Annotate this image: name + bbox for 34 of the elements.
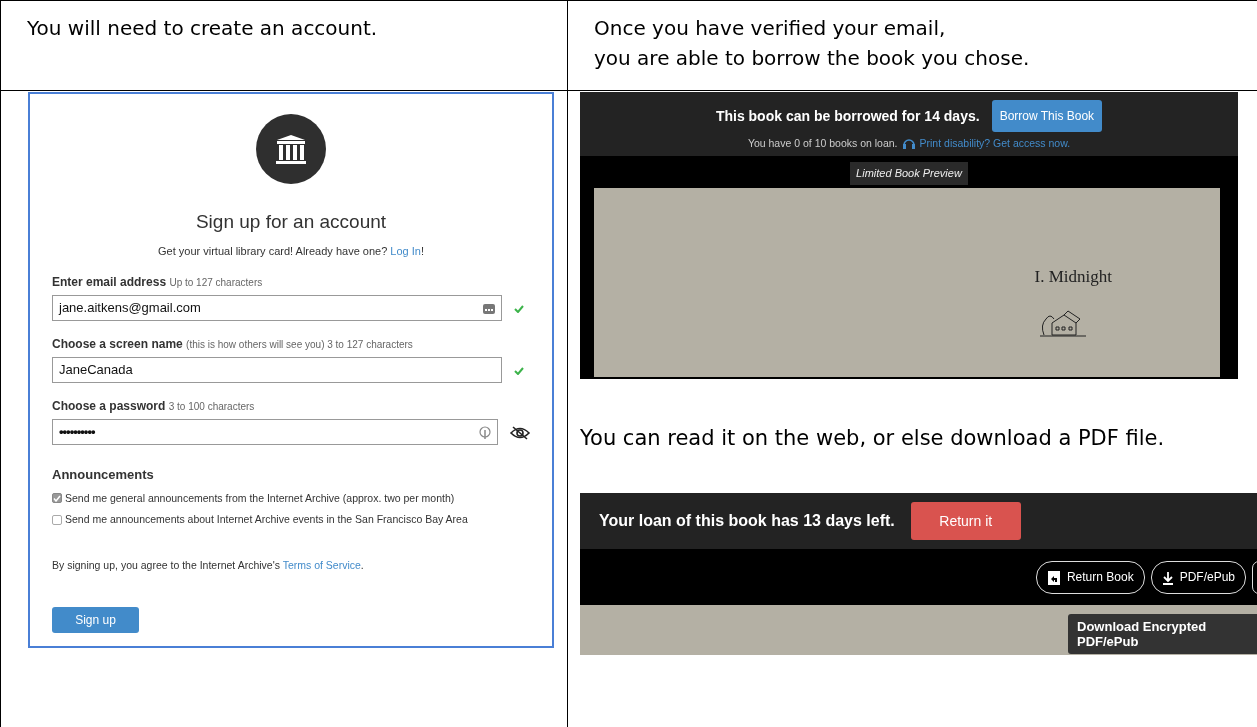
field-label: Choose a screen name (this is how others will see you) 3 to 127 characters — [52, 336, 414, 353]
input-field[interactable]: JaneCanada — [52, 357, 502, 383]
cell-text: You will need to create an account. — [26, 15, 379, 42]
checkbox[interactable] — [52, 493, 62, 504]
sign-up-button[interactable]: Sign up — [52, 606, 139, 633]
hide-password-eye-icon[interactable] — [510, 423, 530, 441]
checkbox[interactable] — [52, 515, 62, 526]
headphones-icon — [901, 136, 916, 152]
terms-text: By signing up, you agree to the Internet Archive's Terms of Service. — [52, 558, 365, 573]
terms-link[interactable]: Terms of Service — [282, 559, 361, 571]
preview-label: Limited Book Preview — [850, 162, 968, 185]
access-link[interactable]: Print disability? Get access now. — [919, 136, 1071, 152]
field-label: Enter email address Up to 127 characters — [52, 274, 264, 291]
checkbox-label: Send me general announcements from the Internet Archive (approx. two per month) — [65, 490, 455, 506]
download-button[interactable]: PDF/ePub — [1150, 560, 1246, 594]
cell-text: You can read it on the web, or else download a PDF file. — [579, 425, 1166, 452]
form-subtitle: Get your virtual library card! Already have one? Log In! — [157, 243, 425, 259]
borrow-button[interactable]: Borrow This Book — [991, 100, 1103, 132]
borrow-headline: This book can be borrowed for 14 days. — [715, 106, 980, 126]
chapter-heading: I. Midnight — [1034, 265, 1112, 288]
loan-count: You have 0 of 10 books on loan. — [747, 136, 898, 151]
input-field[interactable]: jane.aitkens@gmail.com — [52, 295, 502, 321]
loan-headline: Your loan of this book has 13 days left. — [599, 511, 895, 531]
password-field[interactable]: •••••••••• — [52, 419, 498, 445]
section-heading: Announcements — [52, 466, 155, 484]
form-title: Sign up for an account — [194, 210, 388, 234]
checkbox-label: Send me announcements about Internet Archive events in the San Francisco Bay Area — [65, 512, 468, 528]
return-it-button[interactable]: Return it — [910, 502, 1021, 540]
login-link[interactable]: Log In — [390, 244, 421, 257]
cell-text: Once you have verified your email, you are able to borrow the book you chose. — [593, 15, 1031, 72]
field-label: Choose a password 3 to 100 characters — [52, 398, 256, 415]
tooltip: Download Encrypted PDF/ePub — [1068, 614, 1257, 654]
return-book-icon — [1046, 568, 1061, 586]
return-book-button[interactable]: Return Book — [1035, 560, 1145, 594]
